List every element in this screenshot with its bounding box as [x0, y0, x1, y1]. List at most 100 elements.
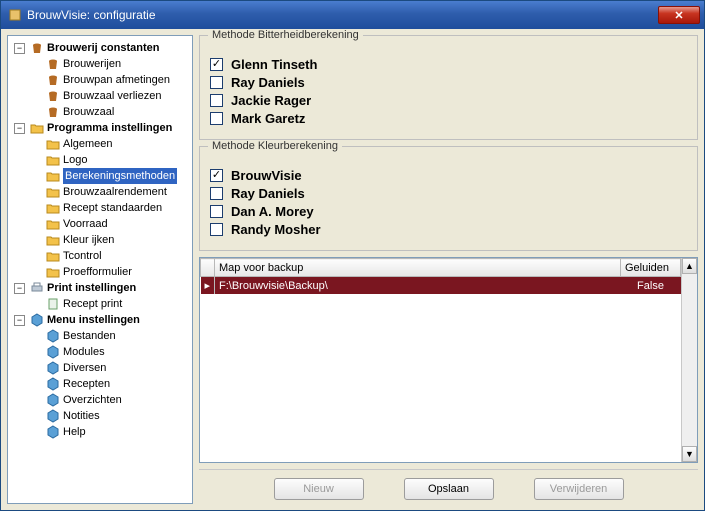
bitter-option-0[interactable]: ✓Glenn Tinseth [210, 57, 687, 72]
tree-label: Brouwzaal [63, 104, 114, 120]
tree-label: Menu instellingen [47, 312, 140, 328]
titlebar[interactable]: BrouwVisie: configuratie ✕ [1, 1, 704, 29]
expander-icon [30, 235, 41, 246]
expander-icon [30, 171, 41, 182]
expander-icon [30, 75, 41, 86]
checkbox-icon[interactable]: ✓ [210, 58, 223, 71]
cell-path[interactable]: F:\Brouwvisie\Backup\ [215, 277, 621, 295]
tree-node-program-7[interactable]: Tcontrol [28, 248, 192, 264]
app-icon [7, 7, 23, 23]
save-button[interactable]: Opslaan [404, 478, 494, 500]
tree-node-menu-4[interactable]: Overzichten [28, 392, 192, 408]
color-option-1[interactable]: Ray Daniels [210, 186, 687, 201]
checkbox-label: Jackie Rager [231, 93, 311, 108]
scroll-down-icon[interactable]: ▼ [682, 446, 697, 462]
checkbox-icon[interactable] [210, 223, 223, 236]
tree-label: Help [63, 424, 86, 440]
tree-node-program-4[interactable]: Recept standaarden [28, 200, 192, 216]
color-option-2[interactable]: Dan A. Morey [210, 204, 687, 219]
menu-child-icon [46, 409, 60, 423]
expander-icon [30, 347, 41, 358]
row-header-corner [201, 259, 215, 277]
printer-icon [30, 281, 44, 295]
menu-child-icon [46, 393, 60, 407]
checkbox-label: BrouwVisie [231, 168, 302, 183]
tree-label: Bestanden [63, 328, 116, 344]
tree-label: Recepten [63, 376, 110, 392]
expander-icon [30, 379, 41, 390]
tree-label: Brouwzaalrendement [63, 184, 167, 200]
checkbox-label: Ray Daniels [231, 186, 305, 201]
menu-child-icon [46, 425, 60, 439]
checkbox-icon[interactable] [210, 187, 223, 200]
tree-label: Logo [63, 152, 87, 168]
table-row[interactable]: ▸ F:\Brouwvisie\Backup\ False [201, 277, 681, 295]
expander-icon [30, 139, 41, 150]
bitter-option-3[interactable]: Mark Garetz [210, 111, 687, 126]
checkbox-icon[interactable] [210, 76, 223, 89]
tree-node-program-5[interactable]: Voorraad [28, 216, 192, 232]
close-button[interactable]: ✕ [658, 6, 700, 24]
tree-node-brewery[interactable]: − Brouwerij constanten [12, 40, 192, 56]
expander-icon [30, 155, 41, 166]
tree-node-menu-1[interactable]: Modules [28, 344, 192, 360]
expander-icon [30, 363, 41, 374]
tree-node-menu-2[interactable]: Diversen [28, 360, 192, 376]
tree-node-menu-0[interactable]: Bestanden [28, 328, 192, 344]
print-child-icon [46, 297, 60, 311]
tree-node-program-3[interactable]: Brouwzaalrendement [28, 184, 192, 200]
tree-label: Berekeningsmethoden [63, 168, 177, 184]
tree-node-program-1[interactable]: Logo [28, 152, 192, 168]
tree-label: Overzichten [63, 392, 122, 408]
backup-grid[interactable]: Map voor backup Geluiden ▸ F:\Brouwvisie… [199, 257, 698, 463]
expander-icon [30, 331, 41, 342]
expander-icon[interactable]: − [14, 123, 25, 134]
tree-node-menu-3[interactable]: Recepten [28, 376, 192, 392]
tree-node-print-0[interactable]: Recept print [28, 296, 192, 312]
checkbox-icon[interactable] [210, 112, 223, 125]
expander-icon [30, 107, 41, 118]
program-child-icon [46, 201, 60, 215]
bitter-groupbox: Methode Bitterheidberekening ✓Glenn Tins… [199, 35, 698, 140]
checkbox-label: Mark Garetz [231, 111, 305, 126]
button-row: Nieuw Opslaan Verwijderen [199, 469, 698, 504]
expander-icon[interactable]: − [14, 43, 25, 54]
tree-label: Kleur ijken [63, 232, 114, 248]
tree-node-program-8[interactable]: Proefformulier [28, 264, 192, 280]
new-button[interactable]: Nieuw [274, 478, 364, 500]
checkbox-icon[interactable] [210, 205, 223, 218]
tree-node-brewery-3[interactable]: Brouwzaal [28, 104, 192, 120]
expander-icon[interactable]: − [14, 283, 25, 294]
checkbox-icon[interactable]: ✓ [210, 169, 223, 182]
color-option-0[interactable]: ✓ BrouwVisie [210, 168, 687, 183]
tree-node-program-2[interactable]: Berekeningsmethoden [28, 168, 192, 184]
tree-label: Print instellingen [47, 280, 136, 296]
tree-node-brewery-2[interactable]: Brouwzaal verliezen [28, 88, 192, 104]
tree-node-program-6[interactable]: Kleur ijken [28, 232, 192, 248]
delete-button[interactable]: Verwijderen [534, 478, 624, 500]
tree-node-menu-5[interactable]: Notities [28, 408, 192, 424]
bitter-option-2[interactable]: Jackie Rager [210, 93, 687, 108]
tree-node-brewery-0[interactable]: Brouwerijen [28, 56, 192, 72]
tree-node-print[interactable]: − Print instellingen [12, 280, 192, 296]
expander-icon[interactable]: − [14, 315, 25, 326]
tree-node-brewery-1[interactable]: Brouwpan afmetingen [28, 72, 192, 88]
cell-sound[interactable]: False [621, 277, 681, 295]
program-child-icon [46, 217, 60, 231]
checkbox-icon[interactable] [210, 94, 223, 107]
tree-label: Recept standaarden [63, 200, 162, 216]
tree-label: Brouwerij constanten [47, 40, 159, 56]
color-option-3[interactable]: Randy Mosher [210, 222, 687, 237]
col-header-sound[interactable]: Geluiden [621, 259, 681, 277]
tree-pane[interactable]: − Brouwerij constanten BrouwerijenBrouwp… [7, 35, 193, 504]
bitter-option-1[interactable]: Ray Daniels [210, 75, 687, 90]
col-header-path[interactable]: Map voor backup [215, 259, 621, 277]
program-child-icon [46, 265, 60, 279]
tree-label: Brouwpan afmetingen [63, 72, 170, 88]
tree-node-program-0[interactable]: Algemeen [28, 136, 192, 152]
tree-node-program[interactable]: − Programma instellingen [12, 120, 192, 136]
scrollbar[interactable]: ▲ ▼ [681, 258, 697, 462]
tree-node-menu[interactable]: − Menu instellingen [12, 312, 192, 328]
scroll-up-icon[interactable]: ▲ [682, 258, 697, 274]
tree-node-menu-6[interactable]: Help [28, 424, 192, 440]
